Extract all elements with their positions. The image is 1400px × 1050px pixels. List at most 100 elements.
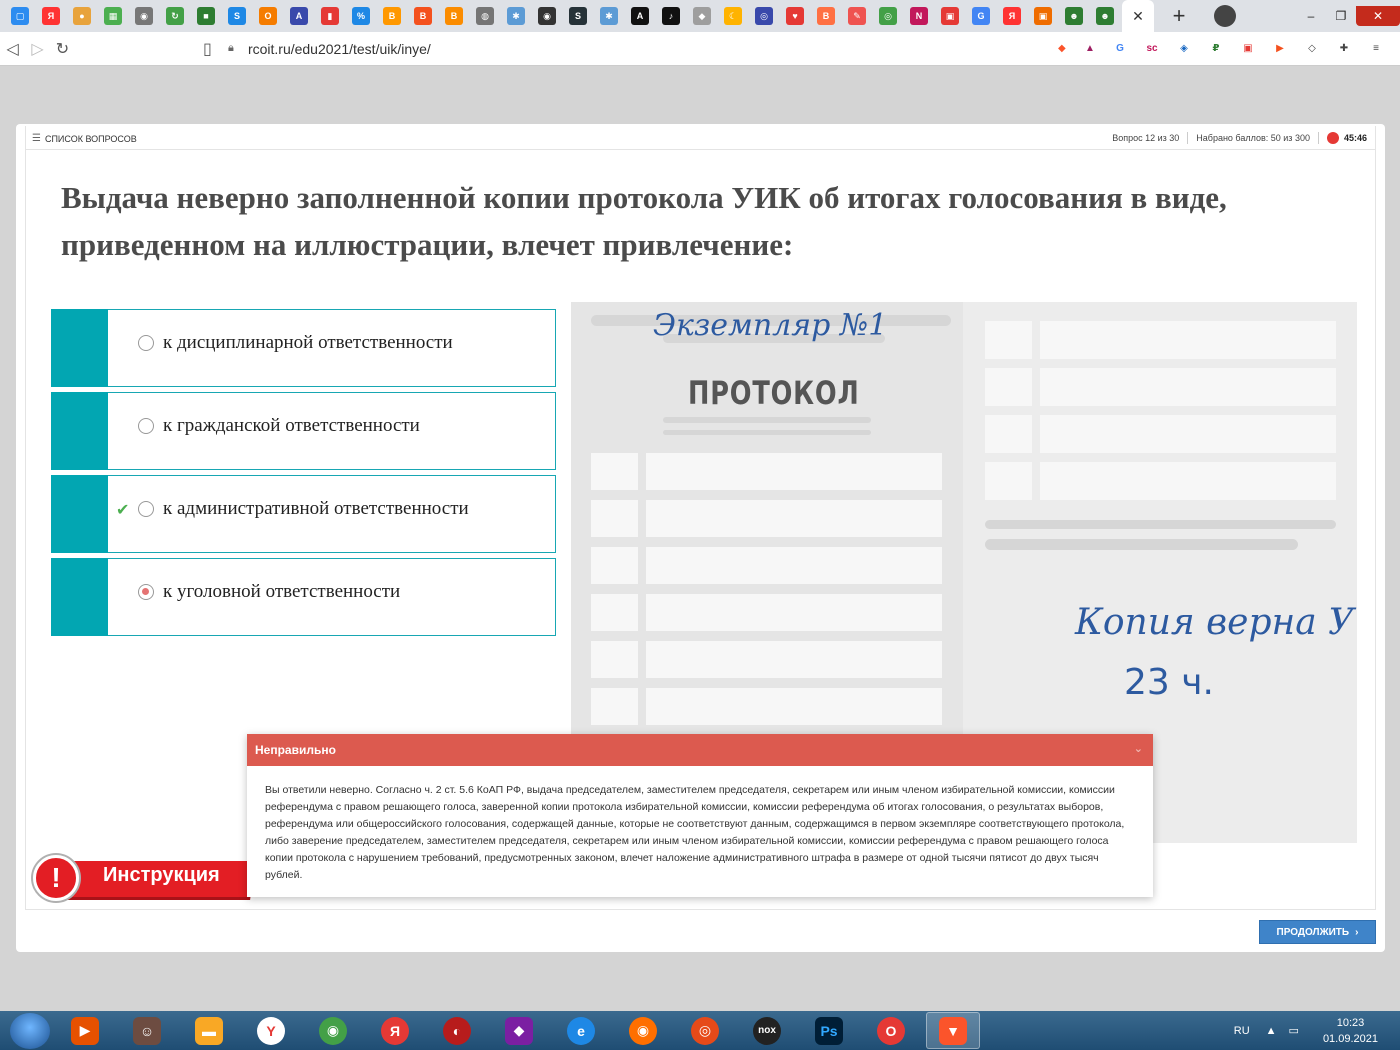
taskbar-photoshop[interactable]: Ps: [802, 1012, 856, 1049]
tab-tiktok-icon[interactable]: ♪: [662, 7, 680, 25]
answer-option[interactable]: ✔ к административной ответственности: [51, 475, 556, 553]
tab-seo-icon[interactable]: S: [569, 7, 587, 25]
tab-n-icon[interactable]: N: [910, 7, 928, 25]
tab-chart-icon[interactable]: A: [290, 7, 308, 25]
answer-option-selected[interactable]: к уголовной ответственности: [51, 558, 556, 636]
tab-sync-icon[interactable]: ↻: [166, 7, 184, 25]
table-cell: [646, 641, 942, 678]
tab-people2-icon[interactable]: ☻: [1096, 7, 1114, 25]
menu-icon[interactable]: ≡: [1367, 40, 1385, 58]
pinned-tabs: ▢ Я ● ▦ ◉ ↻ ■ S O A ▮% B B B ◍ ✱ ◉ S ✱ A ♪ ◆ ☾ ◎ ♥ B ✎ ◎ N ▣ G Я ▣ ☻ ☻: [0, 0, 1120, 32]
tab-blogger1-icon[interactable]: B: [383, 7, 401, 25]
tab-ball-icon[interactable]: ●: [73, 7, 91, 25]
start-button[interactable]: [10, 1012, 50, 1049]
tab-globe-icon[interactable]: ◍: [476, 7, 494, 25]
taskbar-brave[interactable]: ▼: [926, 1012, 980, 1049]
taskbar-explorer[interactable]: ▬: [182, 1012, 236, 1049]
tab-note-icon[interactable]: ✎: [848, 7, 866, 25]
tab-yandex-icon[interactable]: Я: [42, 7, 60, 25]
cube-icon[interactable]: ▣: [1239, 40, 1257, 58]
divider: [1187, 132, 1189, 144]
tab-yandex2-icon[interactable]: Я: [1003, 7, 1021, 25]
extension-icon-1[interactable]: ◈: [1175, 40, 1193, 58]
tab-google-icon[interactable]: G: [972, 7, 990, 25]
continue-button[interactable]: Продолжить ›: [1259, 920, 1376, 944]
taskbar-app-gem[interactable]: ◆: [492, 1012, 546, 1049]
translate-icon[interactable]: G: [1111, 40, 1129, 58]
radio-button[interactable]: [138, 501, 154, 517]
new-tab-button[interactable]: +: [1164, 3, 1194, 29]
taskbar-yandex[interactable]: Я: [368, 1012, 422, 1049]
bookmark-icon[interactable]: ▯: [195, 39, 220, 59]
tab-cube-icon[interactable]: ◆: [693, 7, 711, 25]
tab-a-icon[interactable]: A: [631, 7, 649, 25]
clock[interactable]: 10:23 01.09.2021: [1323, 1015, 1378, 1047]
tab-box-icon[interactable]: ▣: [941, 7, 959, 25]
taskbar-chrome[interactable]: ◉: [306, 1012, 360, 1049]
tab-eye2-icon[interactable]: ◉: [538, 7, 556, 25]
reload-icon[interactable]: ↻: [50, 39, 75, 59]
signature: У: [1328, 602, 1355, 643]
tab-evernote-icon[interactable]: ■: [197, 7, 215, 25]
question-list-button[interactable]: ☰ Список вопросов: [32, 133, 137, 144]
url-field[interactable]: 🔒︎ rcoit.ru/edu2021/test/uik/inye/: [228, 36, 1048, 62]
divider: [1317, 132, 1319, 144]
taskbar-ie[interactable]: e: [554, 1012, 608, 1049]
tab-people1-icon[interactable]: ☻: [1065, 7, 1083, 25]
restore-button[interactable]: ❐: [1326, 6, 1356, 26]
tab-onlysurf-icon[interactable]: O: [259, 7, 277, 25]
taskbar-nox[interactable]: nox: [740, 1012, 794, 1049]
tab-snow2-icon[interactable]: ✱: [600, 7, 618, 25]
extension-icon-2[interactable]: ▶: [1271, 40, 1289, 58]
forward-icon[interactable]: ▷: [25, 39, 50, 59]
taskbar-media-player[interactable]: ▶: [58, 1012, 112, 1049]
tab-serf-icon[interactable]: S: [228, 7, 246, 25]
answer-option[interactable]: к гражданской ответственности: [51, 392, 556, 470]
tray-expand-icon[interactable]: ▲: [1266, 1025, 1277, 1037]
tab-chat-icon[interactable]: ▢: [11, 7, 29, 25]
taskbar-opera[interactable]: O: [864, 1012, 918, 1049]
tab-snow-icon[interactable]: ✱: [507, 7, 525, 25]
tab-blogger3-icon[interactable]: B: [445, 7, 463, 25]
brave-shield-icon[interactable]: ◆: [1055, 40, 1069, 58]
taskbar-yandex-browser[interactable]: Y: [244, 1012, 298, 1049]
radio-button[interactable]: [138, 418, 154, 434]
minimize-button[interactable]: –: [1296, 6, 1326, 26]
tab-blogger2-icon[interactable]: B: [414, 7, 432, 25]
taskbar-firefox[interactable]: ◉: [616, 1012, 670, 1049]
tab-eye-icon[interactable]: ◉: [135, 7, 153, 25]
taskbar-app-swirl[interactable]: ◎: [678, 1012, 732, 1049]
chevron-down-icon[interactable]: ⌄: [1134, 742, 1143, 755]
instruction-button[interactable]: ! Инструкция: [33, 855, 258, 901]
back-icon[interactable]: ◁: [0, 39, 25, 59]
ruble-icon[interactable]: ₽: [1207, 40, 1225, 58]
tab-moon-icon[interactable]: ☾: [724, 7, 742, 25]
close-window-button[interactable]: ✕: [1356, 6, 1400, 26]
sc-icon[interactable]: sc: [1143, 40, 1161, 58]
chevron-right-icon: ›: [1355, 926, 1359, 938]
clock-time: 10:23: [1336, 1016, 1365, 1029]
network-icon[interactable]: ▭: [1289, 1024, 1299, 1037]
tab-apps-icon[interactable]: ▦: [104, 7, 122, 25]
brave-rewards-icon[interactable]: ▲: [1083, 40, 1097, 58]
radio-button-selected[interactable]: [138, 584, 154, 600]
feedback-header[interactable]: Неправильно ⌄: [247, 734, 1153, 766]
tab-bars-icon[interactable]: ▮: [321, 7, 339, 25]
tab-ring-icon[interactable]: ◎: [879, 7, 897, 25]
puzzle-icon[interactable]: ✚: [1335, 40, 1353, 58]
address-bar: ◁ ▷ ↻ ▯ 🔒︎ rcoit.ru/edu2021/test/uik/iny…: [0, 32, 1400, 66]
active-tab[interactable]: ✕: [1122, 0, 1154, 32]
tab-blogger4-icon[interactable]: B: [817, 7, 835, 25]
shield-icon[interactable]: ◇: [1303, 40, 1321, 58]
taskbar-app-red[interactable]: ◐: [430, 1012, 484, 1049]
tab-link-icon[interactable]: %: [352, 7, 370, 25]
taskbar-user-app[interactable]: ☺: [120, 1012, 174, 1049]
close-tab-icon[interactable]: ✕: [1128, 8, 1148, 25]
tab-circle-icon[interactable]: ◎: [755, 7, 773, 25]
tab-frame-icon[interactable]: ▣: [1034, 7, 1052, 25]
tab-search-icon[interactable]: [1214, 5, 1236, 27]
language-indicator[interactable]: RU: [1234, 1025, 1250, 1037]
tab-heart-icon[interactable]: ♥: [786, 7, 804, 25]
radio-button[interactable]: [138, 335, 154, 351]
answer-option[interactable]: к дисциплинарной ответственности: [51, 309, 556, 387]
